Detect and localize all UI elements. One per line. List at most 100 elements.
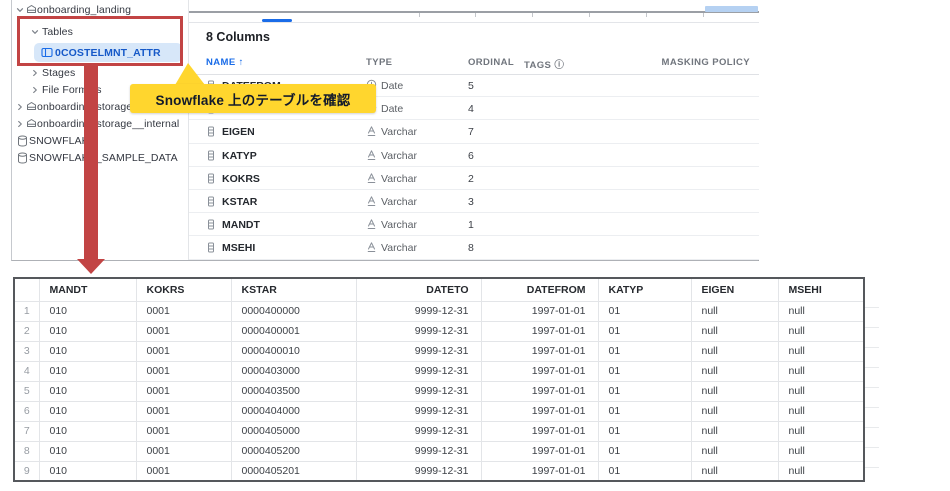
data-cell-msehi[interactable]: null — [778, 461, 864, 481]
data-cell-kokrs[interactable]: 0001 — [136, 321, 231, 341]
sidebar-item-snowflake[interactable]: SNOWFLAKE — [12, 132, 188, 149]
data-cell-dateto[interactable]: 9999-12-31 — [356, 461, 481, 481]
sidebar-item-snowflake_sample_data[interactable]: SNOWFLAKE_SAMPLE_DATA — [12, 149, 188, 166]
data-cell-mandt[interactable]: 010 — [39, 381, 136, 401]
data-cell-kstar[interactable]: 0000400010 — [231, 341, 356, 361]
row-number-cell[interactable]: 4 — [14, 361, 39, 381]
row-number-cell[interactable]: 7 — [14, 421, 39, 441]
data-cell-katyp[interactable]: 01 — [598, 421, 691, 441]
data-cell-dateto[interactable]: 9999-12-31 — [356, 401, 481, 421]
data-cell-datefrom[interactable]: 1997-01-01 — [481, 461, 598, 481]
data-cell-mandt[interactable]: 010 — [39, 421, 136, 441]
data-cell-kstar[interactable]: 0000404000 — [231, 401, 356, 421]
data-cell-mandt[interactable]: 010 — [39, 301, 136, 321]
data-cell-kokrs[interactable]: 0001 — [136, 361, 231, 381]
data-cell-msehi[interactable]: null — [778, 381, 864, 401]
data-cell-msehi[interactable]: null — [778, 421, 864, 441]
column-row-mandt[interactable]: MANDTVarchar1 — [189, 213, 759, 236]
data-cell-mandt[interactable]: 010 — [39, 341, 136, 361]
chevron-right-icon[interactable] — [15, 102, 25, 112]
sidebar-item-stages[interactable]: Stages — [12, 64, 188, 81]
data-cell-mandt[interactable]: 010 — [39, 361, 136, 381]
data-cell-datefrom[interactable]: 1997-01-01 — [481, 441, 598, 461]
chevron-right-icon[interactable] — [30, 68, 40, 78]
data-cell-eigen[interactable]: null — [691, 401, 778, 421]
data-cell-kokrs[interactable]: 0001 — [136, 401, 231, 421]
data-cell-eigen[interactable]: null — [691, 381, 778, 401]
column-row-msehi[interactable]: MSEHIVarchar8 — [189, 236, 759, 259]
data-cell-katyp[interactable]: 01 — [598, 461, 691, 481]
data-cell-dateto[interactable]: 9999-12-31 — [356, 421, 481, 441]
data-cell-katyp[interactable]: 01 — [598, 441, 691, 461]
data-cell-dateto[interactable]: 9999-12-31 — [356, 381, 481, 401]
data-cell-msehi[interactable]: null — [778, 401, 864, 421]
data-cell-dateto[interactable]: 9999-12-31 — [356, 341, 481, 361]
data-cell-datefrom[interactable]: 1997-01-01 — [481, 381, 598, 401]
data-cell-mandt[interactable]: 010 — [39, 321, 136, 341]
data-cell-dateto[interactable]: 9999-12-31 — [356, 361, 481, 381]
row-number-cell[interactable]: 6 — [14, 401, 39, 421]
data-cell-datefrom[interactable]: 1997-01-01 — [481, 361, 598, 381]
data-cell-katyp[interactable]: 01 — [598, 361, 691, 381]
data-cell-katyp[interactable]: 01 — [598, 341, 691, 361]
data-cell-msehi[interactable]: null — [778, 301, 864, 321]
data-cell-katyp[interactable]: 01 — [598, 401, 691, 421]
column-header-ordinal[interactable]: ORDINAL — [468, 57, 514, 68]
data-cell-eigen[interactable]: null — [691, 421, 778, 441]
data-cell-eigen[interactable]: null — [691, 441, 778, 461]
row-number-cell[interactable]: 1 — [14, 301, 39, 321]
data-cell-kstar[interactable]: 0000400001 — [231, 321, 356, 341]
data-cell-kokrs[interactable]: 0001 — [136, 461, 231, 481]
data-cell-katyp[interactable]: 01 — [598, 321, 691, 341]
data-cell-msehi[interactable]: null — [778, 441, 864, 461]
column-header-masking-policy[interactable]: MASKING POLICY — [662, 57, 750, 68]
data-cell-eigen[interactable]: null — [691, 301, 778, 321]
row-number-cell[interactable]: 5 — [14, 381, 39, 401]
data-cell-kstar[interactable]: 0000405201 — [231, 461, 356, 481]
data-cell-eigen[interactable]: null — [691, 461, 778, 481]
column-header-type[interactable]: TYPE — [366, 57, 392, 68]
column-row-katyp[interactable]: KATYPVarchar6 — [189, 144, 759, 167]
data-cell-mandt[interactable]: 010 — [39, 401, 136, 421]
data-cell-katyp[interactable]: 01 — [598, 301, 691, 321]
chevron-right-icon[interactable] — [30, 85, 40, 95]
data-cell-kstar[interactable]: 0000403000 — [231, 361, 356, 381]
data-cell-katyp[interactable]: 01 — [598, 381, 691, 401]
data-cell-dateto[interactable]: 9999-12-31 — [356, 441, 481, 461]
row-number-cell[interactable]: 8 — [14, 441, 39, 461]
sidebar-item-onboarding_storage__internal[interactable]: onboarding_storage__internal — [12, 115, 188, 132]
data-cell-datefrom[interactable]: 1997-01-01 — [481, 301, 598, 321]
data-cell-msehi[interactable]: null — [778, 361, 864, 381]
data-cell-kstar[interactable]: 0000405200 — [231, 441, 356, 461]
column-row-kstar[interactable]: KSTARVarchar3 — [189, 190, 759, 213]
column-row-eigen[interactable]: EIGENVarchar7 — [189, 120, 759, 143]
data-cell-kstar[interactable]: 0000400000 — [231, 301, 356, 321]
data-cell-datefrom[interactable]: 1997-01-01 — [481, 341, 598, 361]
column-row-kokrs[interactable]: KOKRSVarchar2 — [189, 167, 759, 190]
data-cell-mandt[interactable]: 010 — [39, 461, 136, 481]
data-cell-kokrs[interactable]: 0001 — [136, 301, 231, 321]
data-cell-datefrom[interactable]: 1997-01-01 — [481, 401, 598, 421]
chevron-right-icon[interactable] — [15, 119, 25, 129]
data-cell-dateto[interactable]: 9999-12-31 — [356, 301, 481, 321]
data-cell-msehi[interactable]: null — [778, 321, 864, 341]
data-cell-eigen[interactable]: null — [691, 361, 778, 381]
data-cell-eigen[interactable]: null — [691, 341, 778, 361]
data-cell-kokrs[interactable]: 0001 — [136, 441, 231, 461]
column-header-tags[interactable]: TAGS ⓘ — [524, 57, 564, 71]
data-cell-eigen[interactable]: null — [691, 321, 778, 341]
column-header-name[interactable]: NAME ↑ — [206, 57, 244, 68]
data-cell-kstar[interactable]: 0000403500 — [231, 381, 356, 401]
data-cell-msehi[interactable]: null — [778, 341, 864, 361]
data-cell-kokrs[interactable]: 0001 — [136, 341, 231, 361]
row-number-cell[interactable]: 3 — [14, 341, 39, 361]
data-cell-kokrs[interactable]: 0001 — [136, 421, 231, 441]
data-cell-datefrom[interactable]: 1997-01-01 — [481, 421, 598, 441]
chevron-down-icon[interactable] — [15, 5, 25, 15]
row-number-cell[interactable]: 9 — [14, 461, 39, 481]
data-cell-mandt[interactable]: 010 — [39, 441, 136, 461]
row-number-cell[interactable]: 2 — [14, 321, 39, 341]
data-cell-kokrs[interactable]: 0001 — [136, 381, 231, 401]
data-cell-datefrom[interactable]: 1997-01-01 — [481, 321, 598, 341]
data-cell-dateto[interactable]: 9999-12-31 — [356, 321, 481, 341]
